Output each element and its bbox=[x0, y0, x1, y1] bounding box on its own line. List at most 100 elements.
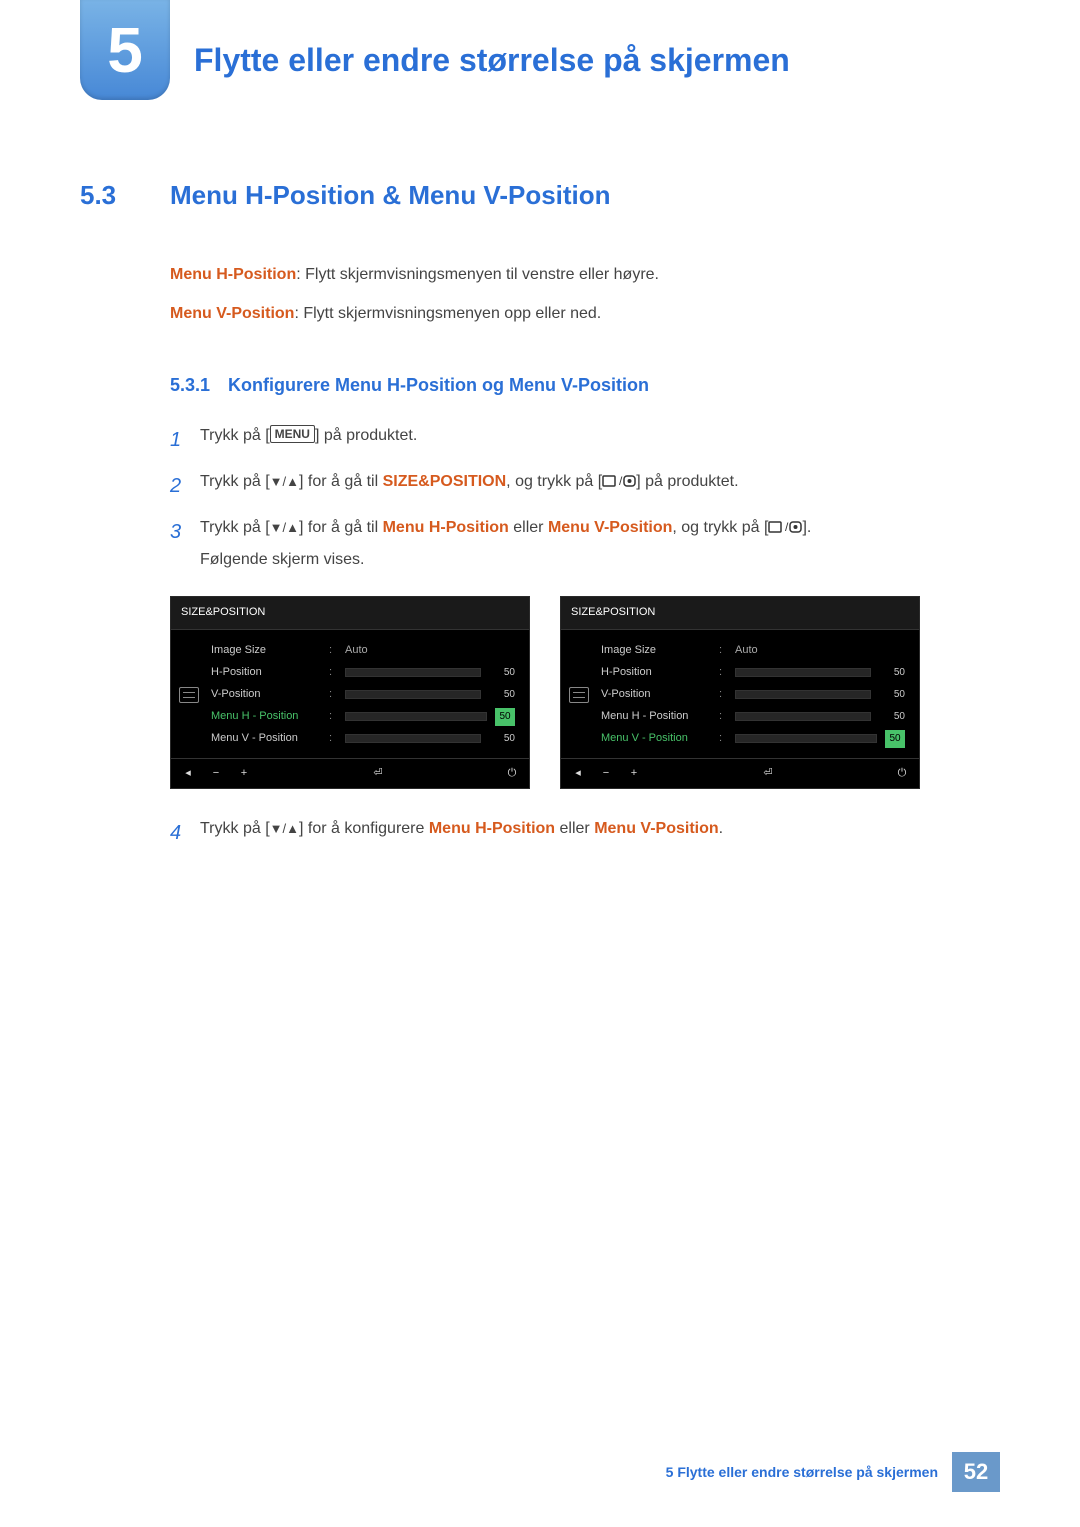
osd-slider-bar bbox=[345, 668, 481, 677]
target-menu-v: Menu V-Position bbox=[548, 519, 672, 536]
osd-item: Menu H - Position: 50 bbox=[597, 706, 909, 728]
intro-hposition: Menu H-Position: Flytt skjermvisningsmen… bbox=[170, 261, 1000, 290]
osd-title: SIZE&POSITION bbox=[561, 597, 919, 630]
osd-item-value: 50 bbox=[489, 730, 515, 748]
subsection-title: Konfigurere Menu H-Position og Menu V-Po… bbox=[228, 369, 649, 401]
page-footer: 5 Flytte eller endre størrelse på skjerm… bbox=[666, 1452, 1000, 1492]
osd-item-value: 50 bbox=[879, 686, 905, 704]
osd-footer: ◂ − + ⏎ ⏻ bbox=[561, 758, 919, 789]
colon: : bbox=[329, 663, 337, 683]
plus-icon: + bbox=[627, 764, 641, 784]
osd-item-label: H-Position bbox=[601, 663, 711, 683]
follow-text: Følgende skjerm vises. bbox=[200, 545, 1000, 575]
osd-item-value: 50 bbox=[489, 664, 515, 682]
osd-item-value: Auto bbox=[735, 641, 905, 661]
osd-item: V-Position:50 bbox=[207, 684, 519, 706]
step-text: Trykk på [▼/▲] for å gå til SIZE&POSITIO… bbox=[200, 467, 1000, 505]
osd-item-label: Menu H - Position bbox=[601, 707, 711, 727]
step-number: 2 bbox=[170, 467, 200, 505]
target-menu-h: Menu H-Position bbox=[429, 820, 555, 837]
step-4: 4 Trykk på [▼/▲] for å konfigurere Menu … bbox=[170, 814, 1000, 852]
osd-item-label: Menu V - Position bbox=[601, 729, 711, 749]
step-text: Trykk på [▼/▲] for å gå til Menu H-Posit… bbox=[200, 513, 1000, 576]
step-2: 2 Trykk på [▼/▲] for å gå til SIZE&POSIT… bbox=[170, 467, 1000, 505]
rect-enter-icon: / bbox=[602, 469, 636, 499]
colon: : bbox=[719, 707, 727, 727]
enter-icon: ⏎ bbox=[761, 764, 775, 784]
colon: : bbox=[719, 729, 727, 749]
osd-slider-bar bbox=[345, 734, 481, 743]
osd-item-value: 50 bbox=[879, 708, 905, 726]
footer-text: 5 Flytte eller endre størrelse på skjerm… bbox=[666, 1452, 952, 1492]
osd-item: V-Position: 50 bbox=[597, 684, 909, 706]
osd-slider-bar bbox=[345, 712, 487, 721]
osd-panel-left: SIZE&POSITION Image Size: Auto H-Position:… bbox=[170, 596, 530, 790]
colon: : bbox=[329, 641, 337, 661]
vp-label: Menu V-Position bbox=[170, 305, 294, 322]
section-title: Menu H-Position & Menu V-Position bbox=[170, 180, 611, 211]
osd-item-label: Image Size bbox=[211, 641, 321, 661]
osd-items: Image Size:AutoH-Position:50V-Position:5… bbox=[207, 640, 529, 750]
step-number: 3 bbox=[170, 513, 200, 576]
svg-text:/: / bbox=[785, 520, 789, 534]
osd-item-label: V-Position bbox=[601, 685, 711, 705]
osd-item: Image Size: Auto bbox=[207, 640, 519, 662]
step-1: 1 Trykk på [MENU] på produktet. bbox=[170, 421, 1000, 459]
chapter-header: 5 Flytte eller endre størrelse på skjerm… bbox=[80, 20, 1000, 100]
osd-item-label: H-Position bbox=[211, 663, 321, 683]
osd-title: SIZE&POSITION bbox=[171, 597, 529, 630]
osd-item-value: 50 bbox=[489, 686, 515, 704]
osd-slider-bar bbox=[735, 668, 871, 677]
colon: : bbox=[329, 729, 337, 749]
target-size-position: SIZE&POSITION bbox=[383, 473, 507, 490]
back-icon: ◂ bbox=[571, 764, 585, 784]
osd-footer: ◂ − + ⏎ ⏻ bbox=[171, 758, 529, 789]
svg-text:/: / bbox=[619, 474, 623, 488]
osd-item-label: V-Position bbox=[211, 685, 321, 705]
osd-slider-bar bbox=[345, 690, 481, 699]
osd-item: Menu V - Position: 50 bbox=[207, 728, 519, 750]
step-text: Trykk på [MENU] på produktet. bbox=[200, 421, 1000, 459]
section-heading: 5.3 Menu H-Position & Menu V-Position bbox=[80, 180, 1000, 211]
step-3: 3 Trykk på [▼/▲] for å gå til Menu H-Pos… bbox=[170, 513, 1000, 576]
osd-side-icon-col bbox=[561, 640, 597, 750]
plus-icon: + bbox=[237, 764, 251, 784]
osd-item: Menu V - Position:50 bbox=[597, 728, 909, 750]
osd-item: Menu H - Position:50 bbox=[207, 706, 519, 728]
step-number: 4 bbox=[170, 814, 200, 852]
vp-text: : Flytt skjermvisningsmenyen opp eller n… bbox=[294, 305, 601, 322]
osd-slider-bar bbox=[735, 690, 871, 699]
section-number: 5.3 bbox=[80, 180, 170, 211]
osd-item: H-Position:50 bbox=[597, 662, 909, 684]
colon: : bbox=[719, 685, 727, 705]
colon: : bbox=[719, 641, 727, 661]
osd-screenshots: SIZE&POSITION Image Size:AutoH-Position:… bbox=[170, 596, 1000, 790]
subsection-heading: 5.3.1 Konfigurere Menu H-Position og Men… bbox=[170, 369, 1000, 401]
minus-icon: − bbox=[209, 764, 223, 784]
power-icon: ⏻ bbox=[505, 764, 519, 784]
hp-label: Menu H-Position bbox=[170, 266, 296, 283]
intro-vposition: Menu V-Position: Flytt skjermvisningsmen… bbox=[170, 300, 1000, 329]
osd-item-label: Image Size bbox=[601, 641, 711, 661]
down-up-arrow-icon: ▼/▲ bbox=[270, 516, 299, 541]
osd-item-label: Menu V - Position bbox=[211, 729, 321, 749]
chapter-title: Flytte eller endre størrelse på skjermen bbox=[194, 20, 790, 79]
colon: : bbox=[329, 707, 337, 727]
step-text: Trykk på [▼/▲] for å konfigurere Menu H-… bbox=[200, 814, 1000, 852]
target-menu-h: Menu H-Position bbox=[383, 519, 509, 536]
target-menu-v: Menu V-Position bbox=[594, 820, 718, 837]
footer-page-number: 52 bbox=[952, 1452, 1000, 1492]
osd-slider-bar bbox=[735, 734, 877, 743]
back-icon: ◂ bbox=[181, 764, 195, 784]
minus-icon: − bbox=[599, 764, 613, 784]
rect-enter-icon: / bbox=[768, 515, 802, 545]
osd-item-value: 50 bbox=[495, 708, 515, 726]
menu-key-icon: MENU bbox=[270, 425, 315, 443]
osd-item-value: Auto bbox=[345, 641, 515, 661]
osd-item: Image Size: Auto bbox=[597, 640, 909, 662]
colon: : bbox=[719, 663, 727, 683]
step-number: 1 bbox=[170, 421, 200, 459]
down-up-arrow-icon: ▼/▲ bbox=[270, 817, 299, 842]
chapter-number-badge: 5 bbox=[80, 0, 170, 100]
layout-icon bbox=[179, 687, 199, 703]
